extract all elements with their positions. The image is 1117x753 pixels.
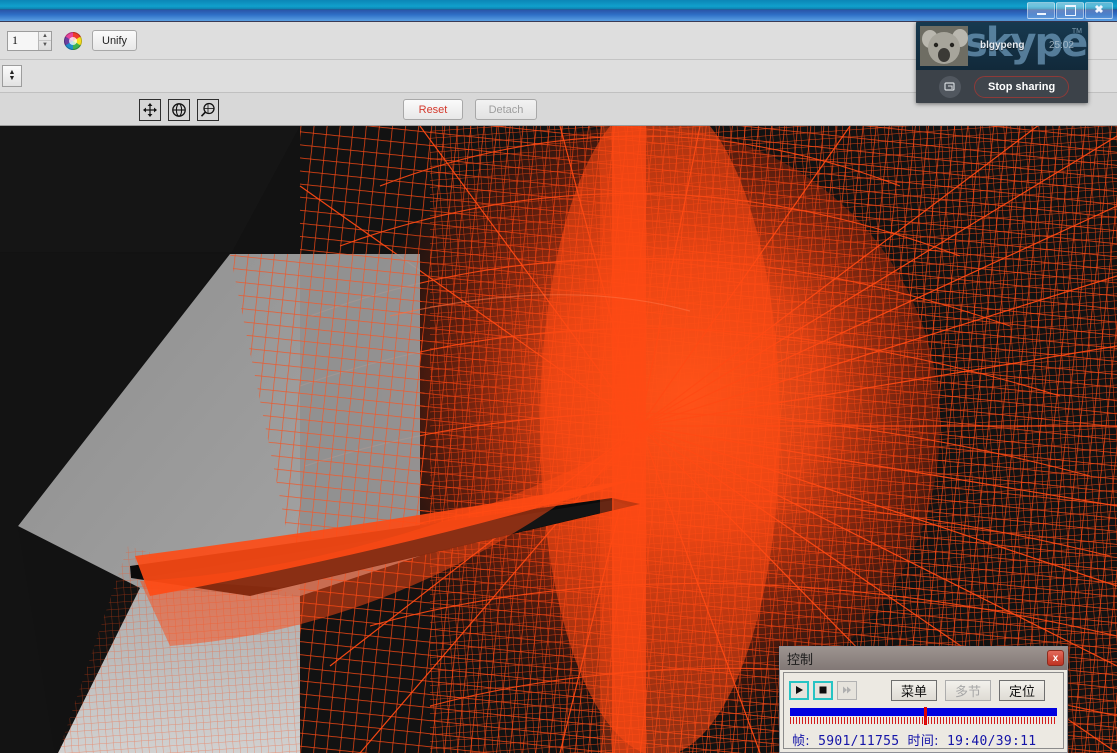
up-down-spinner-icon[interactable]: ▲ ▼	[2, 65, 22, 87]
index-spinbox[interactable]: ▲ ▼	[7, 31, 52, 51]
index-input[interactable]	[8, 32, 38, 50]
unify-button[interactable]: Unify	[92, 30, 137, 51]
spinner-up-icon[interactable]: ▲	[39, 32, 51, 42]
rotate-tool-button[interactable]	[168, 99, 190, 121]
skype-header: skype TM blgypeng 25:02	[916, 22, 1088, 70]
time-value: 19:40/39:11	[947, 734, 1036, 749]
progress-bar[interactable]	[790, 708, 1057, 716]
spinner-down-icon[interactable]: ▼	[39, 41, 51, 50]
time-label: 时间:	[908, 734, 939, 749]
minimize-button[interactable]	[1027, 2, 1055, 19]
close-button[interactable]: ✖	[1085, 2, 1113, 19]
minimize-icon	[1037, 13, 1046, 15]
playback-controls-row: 菜单 多节 定位	[784, 673, 1063, 703]
move-arrows-icon	[142, 102, 158, 118]
index-spinner-arrows[interactable]: ▲ ▼	[38, 32, 51, 50]
color-wheel-icon[interactable]	[64, 32, 82, 50]
stop-sharing-button[interactable]: Stop sharing	[974, 76, 1069, 98]
window-controls: ✖	[1027, 2, 1113, 19]
step-forward-button[interactable]	[837, 681, 857, 700]
globe-rotate-icon	[171, 102, 187, 118]
skype-call-timer: 25:02	[1049, 40, 1074, 51]
restore-icon	[1065, 5, 1076, 16]
close-icon: ✖	[1094, 5, 1103, 16]
play-button[interactable]	[789, 681, 809, 700]
pan-tool-button[interactable]	[139, 99, 161, 121]
multi-section-button[interactable]: 多节	[945, 680, 991, 701]
control-panel: 控制 x	[779, 646, 1068, 753]
frame-label: 帧:	[792, 734, 810, 749]
control-panel-close-button[interactable]: x	[1047, 650, 1064, 666]
skype-actions: Stop sharing	[916, 70, 1088, 103]
view-tool-group	[139, 99, 219, 121]
stop-icon	[818, 685, 828, 695]
skype-screen-share-overlay: skype TM blgypeng 25:02	[916, 22, 1088, 103]
restore-button[interactable]	[1056, 2, 1084, 19]
application-window: ✖ ▲ ▼ Unify ▲ ▼	[0, 0, 1117, 753]
locate-button[interactable]: 定位	[999, 680, 1045, 701]
progress-ticks	[790, 717, 1057, 724]
magnify-grid-icon	[200, 102, 216, 118]
progress-area[interactable]	[784, 703, 1063, 724]
stop-button[interactable]	[813, 681, 833, 700]
avatar-image	[920, 26, 968, 66]
title-bar-gradient	[0, 0, 1117, 21]
window-title-bar: ✖	[0, 0, 1117, 22]
control-panel-body: 菜单 多节 定位 帧: 5901/11755 时间: 19:40/39:11	[783, 672, 1064, 749]
reset-detach-group: Reset Detach	[403, 99, 537, 120]
detach-button[interactable]: Detach	[475, 99, 537, 120]
control-panel-title-bar[interactable]: 控制 x	[780, 647, 1067, 670]
zoom-tool-button[interactable]	[197, 99, 219, 121]
menu-button[interactable]: 菜单	[891, 680, 937, 701]
frame-value: 5901/11755	[818, 734, 899, 749]
skype-username: blgypeng	[980, 40, 1024, 51]
status-text: 帧: 5901/11755 时间: 19:40/39:11	[784, 730, 1063, 749]
koala-avatar	[920, 26, 968, 66]
control-panel-title: 控制	[787, 649, 813, 668]
skype-trademark: TM	[1072, 28, 1082, 35]
updown-down-icon: ▼	[9, 76, 16, 82]
screen-share-icon[interactable]	[939, 76, 961, 98]
play-icon	[794, 685, 804, 695]
step-forward-icon	[842, 685, 852, 695]
reset-button[interactable]: Reset	[403, 99, 463, 120]
